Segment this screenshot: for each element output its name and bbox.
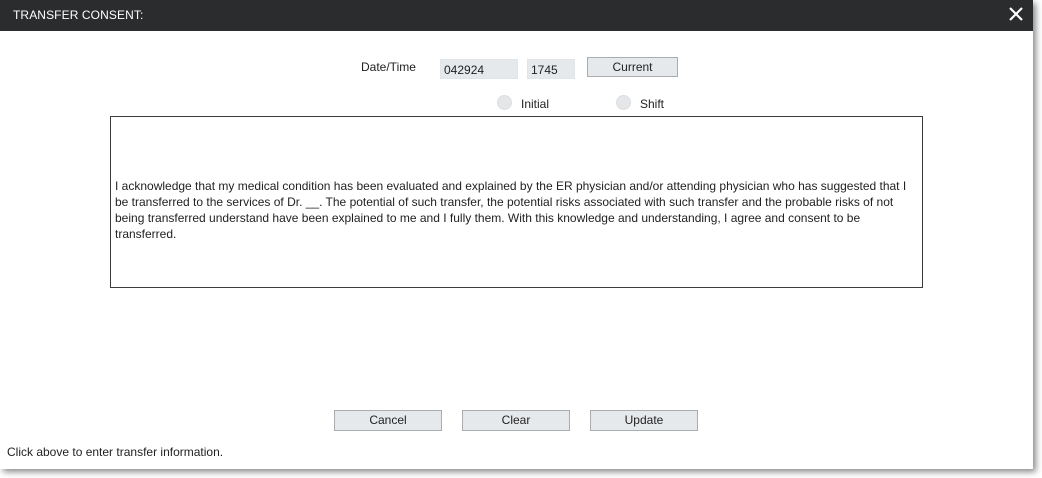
transfer-consent-dialog: TRANSFER CONSENT: Date/Time 042924 1745 … [0,0,1033,469]
clear-button[interactable]: Clear [462,410,570,431]
consent-statement: I acknowledge that my medical condition … [115,179,907,241]
dialog-title: TRANSFER CONSENT: [13,8,144,22]
title-bar: TRANSFER CONSENT: [0,0,1033,31]
shift-radio[interactable] [616,95,631,110]
initial-radio-label: Initial [521,97,550,111]
initial-radio[interactable] [497,95,512,110]
current-button[interactable]: Current [587,57,678,77]
date-field[interactable]: 042924 [440,59,518,79]
time-field[interactable]: 1745 [527,59,575,79]
cancel-button[interactable]: Cancel [334,410,442,431]
status-text: Click above to enter transfer informatio… [7,445,224,459]
shift-radio-label: Shift [640,97,665,111]
consent-text-area[interactable]: I acknowledge that my medical condition … [110,116,923,288]
update-button[interactable]: Update [590,410,698,431]
datetime-label: Date/Time [361,60,416,74]
close-icon[interactable] [1005,3,1027,25]
